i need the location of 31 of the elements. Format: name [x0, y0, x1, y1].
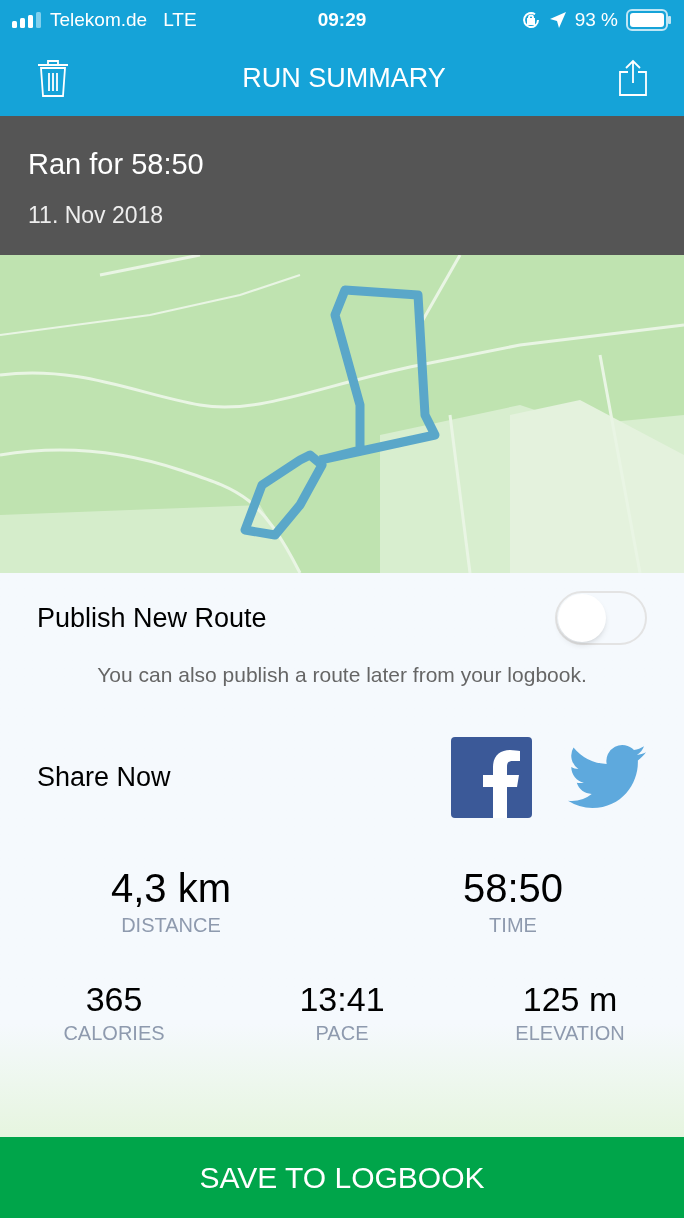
- stat-label: ELEVATION: [515, 1020, 625, 1046]
- carrier-name: Telekom.de: [50, 7, 148, 32]
- location-arrow-icon: [548, 11, 567, 29]
- rotation-lock-icon: [520, 10, 541, 30]
- publish-toggle[interactable]: [555, 591, 647, 645]
- battery-icon: [626, 9, 672, 31]
- screen-title: RUN SUMMARY: [242, 61, 446, 95]
- share-label: Share Now: [37, 760, 171, 794]
- stat-label: TIME: [489, 912, 537, 938]
- stat-value: 13:41: [299, 978, 385, 1020]
- run-date: 11. Nov 2018: [28, 201, 164, 230]
- bird-button[interactable]: [568, 744, 646, 810]
- facebook-logo-icon: [483, 749, 520, 818]
- clock: 09:29: [317, 7, 367, 32]
- save-button[interactable]: SAVE TO LOGBOOK: [0, 1137, 684, 1218]
- publish-hint: You can also publish a route later from your logbook.: [96, 662, 588, 688]
- stat-label: CALORIES: [63, 1020, 165, 1046]
- stat-value: 125 m: [522, 978, 618, 1020]
- signal-icon: [12, 12, 42, 28]
- stat-value: 365: [85, 978, 143, 1020]
- share-button[interactable]: [618, 59, 648, 97]
- run-duration-title: Ran for 58:50: [28, 147, 204, 182]
- delete-button[interactable]: [36, 58, 70, 98]
- stat-label: PACE: [315, 1020, 369, 1046]
- stat-value: 58:50: [462, 864, 564, 912]
- facebook-button[interactable]: [451, 736, 532, 818]
- publish-label: Publish New Route: [37, 601, 267, 635]
- stat-label: DISTANCE: [121, 912, 221, 938]
- network-type: LTE: [163, 7, 197, 32]
- stat-value: 4,3 km: [110, 864, 231, 912]
- battery-percent: 93 %: [574, 7, 618, 32]
